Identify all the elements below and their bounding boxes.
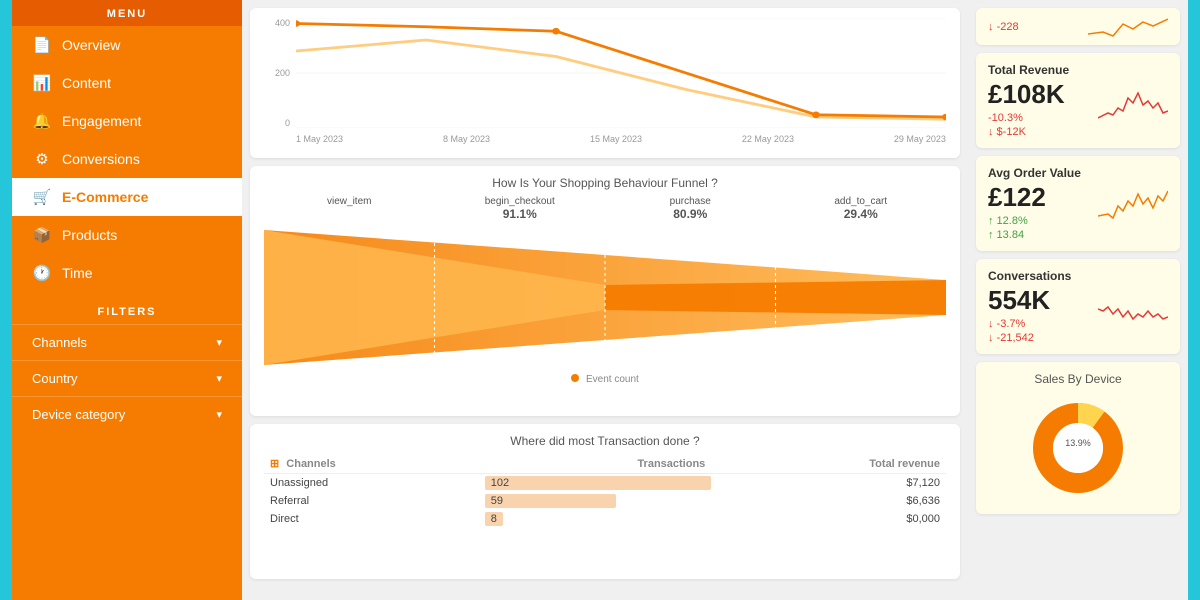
channel-cell-0: Unassigned (264, 474, 485, 493)
funnel-svg-container (264, 225, 946, 370)
conversations-change2: ↓ -21,542 (988, 332, 1050, 344)
ecommerce-icon: 🛒 (32, 188, 52, 206)
device-filter[interactable]: Device category ▾ (12, 396, 242, 432)
transaction-panel: Where did most Transaction done ? ⊞ Chan… (250, 424, 960, 579)
conversations-change1: ↓ -3.7% (988, 318, 1050, 330)
main-content: 400 200 0 (242, 0, 1188, 600)
transaction-title: Where did most Transaction done ? (264, 434, 946, 448)
tx-bar-cell-0: 102 (485, 474, 712, 493)
filters-title: FILTERS (12, 296, 242, 324)
conversations-title: Conversations (988, 269, 1168, 283)
line-chart: 400 200 0 (264, 18, 946, 148)
rev-cell-0: $7,120 (711, 474, 946, 493)
tx-bar-cell-2: 8 (485, 510, 712, 528)
conversions-icon: ⚙ (32, 150, 52, 168)
x-axis-labels: 1 May 2023 8 May 2023 15 May 2023 22 May… (296, 130, 946, 148)
svg-text:13.9%: 13.9% (1065, 438, 1091, 448)
table-row: Direct 8 $0,000 (264, 510, 946, 528)
sidebar-item-ecommerce[interactable]: 🛒 E-Commerce (12, 178, 242, 216)
sidebar-item-content[interactable]: 📊 Content (12, 64, 242, 102)
overview-icon: 📄 (32, 36, 52, 54)
funnel-dot-icon (571, 374, 579, 382)
teal-left-strip (0, 0, 12, 600)
donut-title: Sales By Device (990, 372, 1166, 386)
avg-order-change2: ↑ 13.84 (988, 229, 1046, 241)
total-revenue-change2: ↓ $-12K (988, 126, 1065, 138)
avg-order-title: Avg Order Value (988, 166, 1168, 180)
funnel-stage-2: purchase 80.9% (605, 196, 776, 221)
avg-order-value: £122 (988, 182, 1046, 213)
rev-cell-1: $6,636 (711, 492, 946, 510)
col-tx-header: Transactions (485, 454, 712, 474)
table-row: Referral 59 $6,636 (264, 492, 946, 510)
tx-bar-cell-1: 59 (485, 492, 712, 510)
products-icon: 📦 (32, 226, 52, 244)
sidebar-item-time[interactable]: 🕐 Time (12, 254, 242, 292)
country-chevron-icon: ▾ (216, 372, 222, 385)
teal-right-strip (1188, 0, 1200, 600)
conversations-value: 554K (988, 285, 1050, 316)
total-revenue-change1: -10.3% (988, 112, 1065, 124)
funnel-stage-1: begin_checkout 91.1% (435, 196, 606, 221)
line-chart-panel: 400 200 0 (250, 8, 960, 158)
donut-panel: Sales By Device 13.9% (976, 362, 1180, 514)
total-revenue-value: £108K (988, 79, 1065, 110)
col-rev-header: Total revenue (711, 454, 946, 474)
country-filter[interactable]: Country ▾ (12, 360, 242, 396)
y-axis-labels: 400 200 0 (264, 18, 294, 128)
top-badge-value1: ↓ -228 (988, 21, 1019, 33)
funnel-stage-0: view_item (264, 196, 435, 221)
total-revenue-card: Total Revenue £108K -10.3% ↓ $-12K (976, 53, 1180, 148)
content-icon: 📊 (32, 74, 52, 92)
time-icon: 🕐 (32, 264, 52, 282)
top-kpi-card: ↓ -228 (976, 8, 1180, 45)
chart-svg-area (296, 18, 946, 128)
funnel-stage-3: add_to_cart 29.4% (776, 196, 947, 221)
sidebar-menu-title: MENU (12, 0, 242, 26)
donut-chart: 13.9% (990, 392, 1166, 504)
conversations-card: Conversations 554K ↓ -3.7% ↓ -21,542 (976, 259, 1180, 354)
channels-filter[interactable]: Channels ▾ (12, 324, 242, 360)
sidebar-item-overview[interactable]: 📄 Overview (12, 26, 242, 64)
channels-chevron-icon: ▾ (216, 336, 222, 349)
col-channel-header: ⊞ Channels (264, 454, 485, 474)
right-panels: ↓ -228 Total Revenue £108K -10 (968, 0, 1188, 600)
funnel-legend: Event count (264, 374, 946, 385)
engagement-icon: 🔔 (32, 112, 52, 130)
sidebar-item-conversions[interactable]: ⚙ Conversions (12, 140, 242, 178)
total-revenue-title: Total Revenue (988, 63, 1168, 77)
channel-cell-1: Referral (264, 492, 485, 510)
funnel-panel: How Is Your Shopping Behaviour Funnel ? … (250, 166, 960, 416)
rev-cell-2: $0,000 (711, 510, 946, 528)
sidebar-item-engagement[interactable]: 🔔 Engagement (12, 102, 242, 140)
avg-order-card: Avg Order Value £122 ↑ 12.8% ↑ 13.84 (976, 156, 1180, 251)
avg-order-change1: ↑ 12.8% (988, 215, 1046, 227)
channel-cell-2: Direct (264, 510, 485, 528)
table-row: Unassigned 102 $7,120 (264, 474, 946, 493)
device-chevron-icon: ▾ (216, 408, 222, 421)
sidebar: MENU 📄 Overview 📊 Content 🔔 Engagement ⚙… (12, 0, 242, 600)
funnel-title: How Is Your Shopping Behaviour Funnel ? (264, 176, 946, 190)
transaction-table: ⊞ Channels Transactions Total revenue Un… (264, 454, 946, 528)
center-panels: 400 200 0 (242, 0, 968, 600)
sidebar-item-products[interactable]: 📦 Products (12, 216, 242, 254)
